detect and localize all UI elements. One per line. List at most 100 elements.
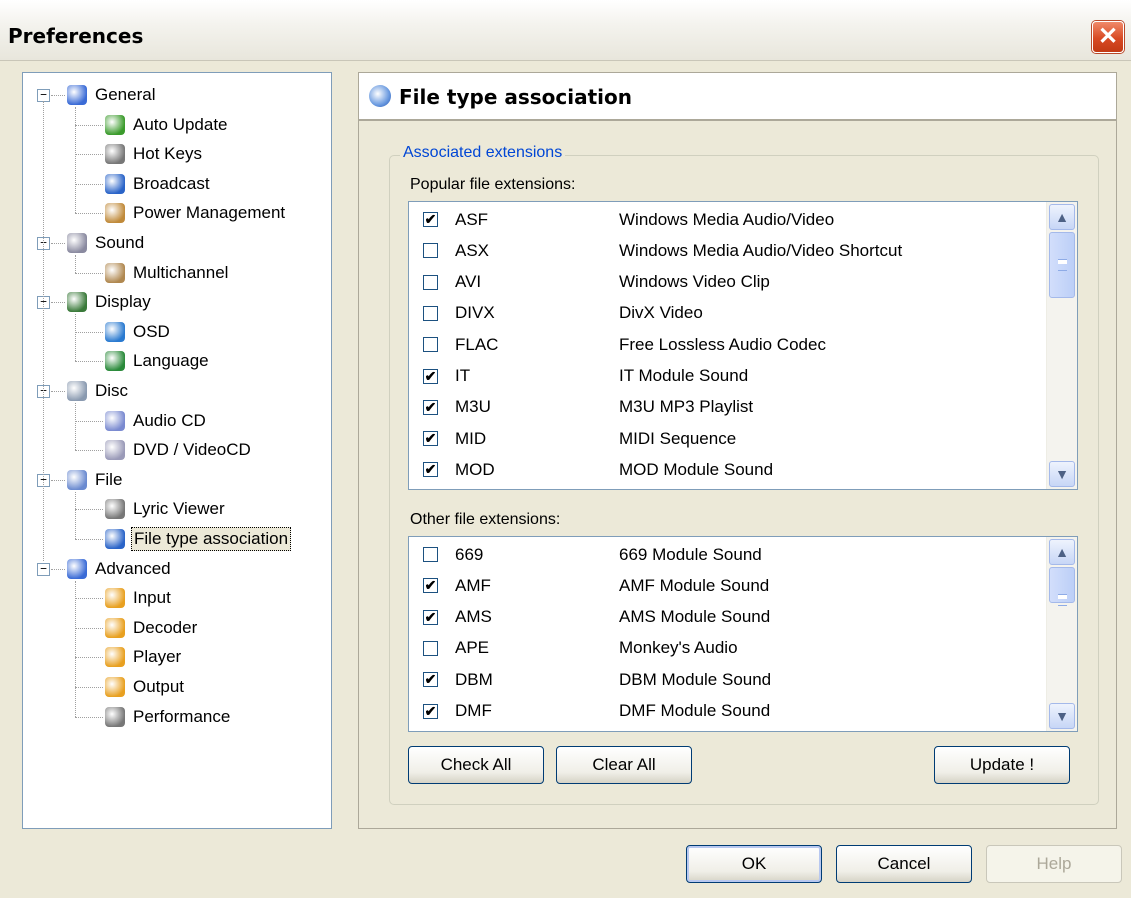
- extension-checkbox[interactable]: [423, 578, 438, 594]
- tree-connector: [51, 391, 65, 392]
- extension-description: DMF Module Sound: [619, 701, 771, 720]
- extension-row[interactable]: AMS AMS Module Sound: [409, 602, 1029, 633]
- extension-checkbox[interactable]: [423, 431, 438, 447]
- extension-checkbox[interactable]: [423, 368, 438, 384]
- tree-item-multichannel[interactable]: Multichannel: [105, 259, 230, 287]
- tree-item-file[interactable]: File: [67, 466, 124, 494]
- tree-item-osd[interactable]: OSD: [105, 318, 172, 346]
- extension-checkbox[interactable]: [423, 703, 438, 719]
- other-scrollbar[interactable]: ▲ ▼: [1046, 537, 1077, 731]
- extension-checkbox[interactable]: [423, 462, 438, 478]
- tree-connector: [75, 403, 76, 451]
- extension-row[interactable]: AVI Windows Video Clip: [409, 267, 1029, 298]
- audio-cd-icon: [105, 410, 125, 431]
- tree-connector: [75, 213, 103, 215]
- tree-connector: [75, 509, 103, 511]
- extension-row[interactable]: DBM DBM Module Sound: [409, 664, 1029, 695]
- tree-item-decoder[interactable]: Decoder: [105, 614, 199, 642]
- preferences-tree[interactable]: General − Auto Update Hot Keys Broadcast Powe…: [22, 72, 332, 829]
- extension-row[interactable]: FLAC Free Lossless Audio Codec: [409, 329, 1029, 360]
- extension-checkbox[interactable]: [423, 640, 438, 656]
- tree-item-player[interactable]: Player: [105, 643, 183, 671]
- tree-item-performance[interactable]: Performance: [105, 703, 232, 731]
- tree-item-label: Performance: [133, 706, 231, 726]
- tree-item-label: File: [95, 469, 123, 489]
- collapse-toggle[interactable]: −: [37, 562, 50, 576]
- decoder-icon: [105, 617, 125, 638]
- ok-button[interactable]: OK: [686, 845, 822, 883]
- tree-item-audio-cd[interactable]: Audio CD: [105, 407, 208, 435]
- extension-name: ASX: [455, 240, 490, 260]
- extension-checkbox[interactable]: [423, 399, 438, 415]
- scroll-up-button[interactable]: ▲: [1049, 539, 1075, 565]
- preferences-window: Preferences ✕ General − Auto Update Hot Key…: [0, 0, 1131, 898]
- file-type-icon: [105, 529, 125, 549]
- extension-row[interactable]: APE Monkey's Audio: [409, 633, 1029, 664]
- tree-item-broadcast[interactable]: Broadcast: [105, 170, 212, 198]
- tree-item-disc[interactable]: Disc: [67, 377, 130, 405]
- tree-item-hot-keys[interactable]: Hot Keys: [105, 140, 204, 168]
- scroll-up-button[interactable]: ▲: [1049, 204, 1075, 230]
- tree-connector: [75, 331, 103, 333]
- tree-item-language[interactable]: Language: [105, 347, 211, 375]
- extension-checkbox[interactable]: [423, 547, 438, 562]
- title-bar: Preferences ✕: [0, 0, 1131, 61]
- tree-connector: [75, 450, 103, 452]
- close-button[interactable]: ✕: [1092, 21, 1124, 53]
- tree-item-file-type-association[interactable]: File type association: [105, 525, 292, 553]
- check-all-button[interactable]: Check All: [408, 746, 544, 784]
- tree-connector: [75, 107, 76, 214]
- tree-item-input[interactable]: Input: [105, 584, 173, 612]
- extension-row[interactable]: MID MIDI Sequence: [409, 423, 1029, 454]
- extension-row[interactable]: DMF DMF Module Sound: [409, 696, 1029, 727]
- extension-checkbox[interactable]: [423, 274, 438, 290]
- scroll-thumb[interactable]: [1049, 232, 1075, 298]
- advanced-icon: [67, 558, 87, 579]
- popular-extensions-list[interactable]: MODMOD Module SoundMIDMIDI SequenceM3UM3…: [408, 201, 1078, 490]
- tree-item-general[interactable]: General: [67, 81, 157, 109]
- tree-item-label: Display: [95, 292, 151, 312]
- tree-item-advanced[interactable]: Advanced: [67, 555, 173, 583]
- extension-row[interactable]: DIVX DivX Video: [409, 298, 1029, 329]
- scroll-thumb[interactable]: [1049, 567, 1075, 606]
- player-icon: [105, 647, 125, 668]
- tree-connector: [51, 302, 65, 304]
- help-button[interactable]: Help: [986, 845, 1122, 883]
- osd-icon: [105, 321, 125, 342]
- tree-item-label: Advanced: [95, 558, 171, 578]
- extension-row[interactable]: AMF AMF Module Sound: [409, 570, 1029, 601]
- tree-item-auto-update[interactable]: Auto Update: [105, 111, 230, 139]
- extension-description: Monkey's Audio: [619, 638, 738, 658]
- other-extensions-list[interactable]: DMF DMF Module Sound DBM DBM Module Sound AP…: [408, 536, 1078, 732]
- tree-connector: [75, 687, 103, 688]
- tree-item-label: Power Management: [133, 203, 286, 223]
- extension-checkbox[interactable]: [423, 672, 438, 688]
- popular-scrollbar[interactable]: ▲ ▼: [1046, 202, 1077, 489]
- clear-all-button[interactable]: Clear All: [556, 746, 692, 784]
- tree-item-sound[interactable]: Sound: [67, 229, 146, 257]
- extension-row[interactable]: M3U M3U MP3 Playlist: [409, 392, 1029, 423]
- tree-item-lyric-viewer[interactable]: Lyric Viewer: [105, 495, 227, 523]
- extension-row[interactable]: 669 669 Module Sound: [409, 539, 1029, 570]
- tree-item-power-management[interactable]: Power Management: [105, 199, 287, 227]
- extension-description: AMF Module Sound: [619, 575, 770, 595]
- update-button[interactable]: Update !: [934, 746, 1070, 784]
- extension-row[interactable]: ASX Windows Media Audio/Video Shortcut: [409, 235, 1029, 266]
- extension-checkbox[interactable]: [423, 243, 438, 259]
- tree-item-label: Lyric Viewer: [133, 499, 225, 519]
- extension-checkbox[interactable]: [423, 305, 438, 321]
- extension-row[interactable]: ASF Windows Media Audio/Video: [409, 204, 1029, 235]
- tree-connector: [75, 255, 76, 273]
- extension-checkbox[interactable]: [423, 609, 438, 625]
- tree-item-dvd-videocd[interactable]: DVD / VideoCD: [105, 436, 253, 464]
- extension-checkbox[interactable]: [423, 337, 438, 353]
- tree-item-display[interactable]: Display: [67, 288, 153, 316]
- tree-item-output[interactable]: Output: [105, 673, 186, 701]
- settings-panel: File type association Associated extensi…: [358, 72, 1117, 829]
- extension-checkbox[interactable]: [423, 212, 438, 227]
- scroll-down-button[interactable]: ▼: [1049, 703, 1075, 729]
- extension-row[interactable]: IT IT Module Sound: [409, 361, 1029, 392]
- cancel-button[interactable]: Cancel: [836, 845, 972, 883]
- extension-row[interactable]: MOD MOD Module Sound: [409, 454, 1029, 485]
- scroll-down-button[interactable]: ▼: [1049, 461, 1075, 487]
